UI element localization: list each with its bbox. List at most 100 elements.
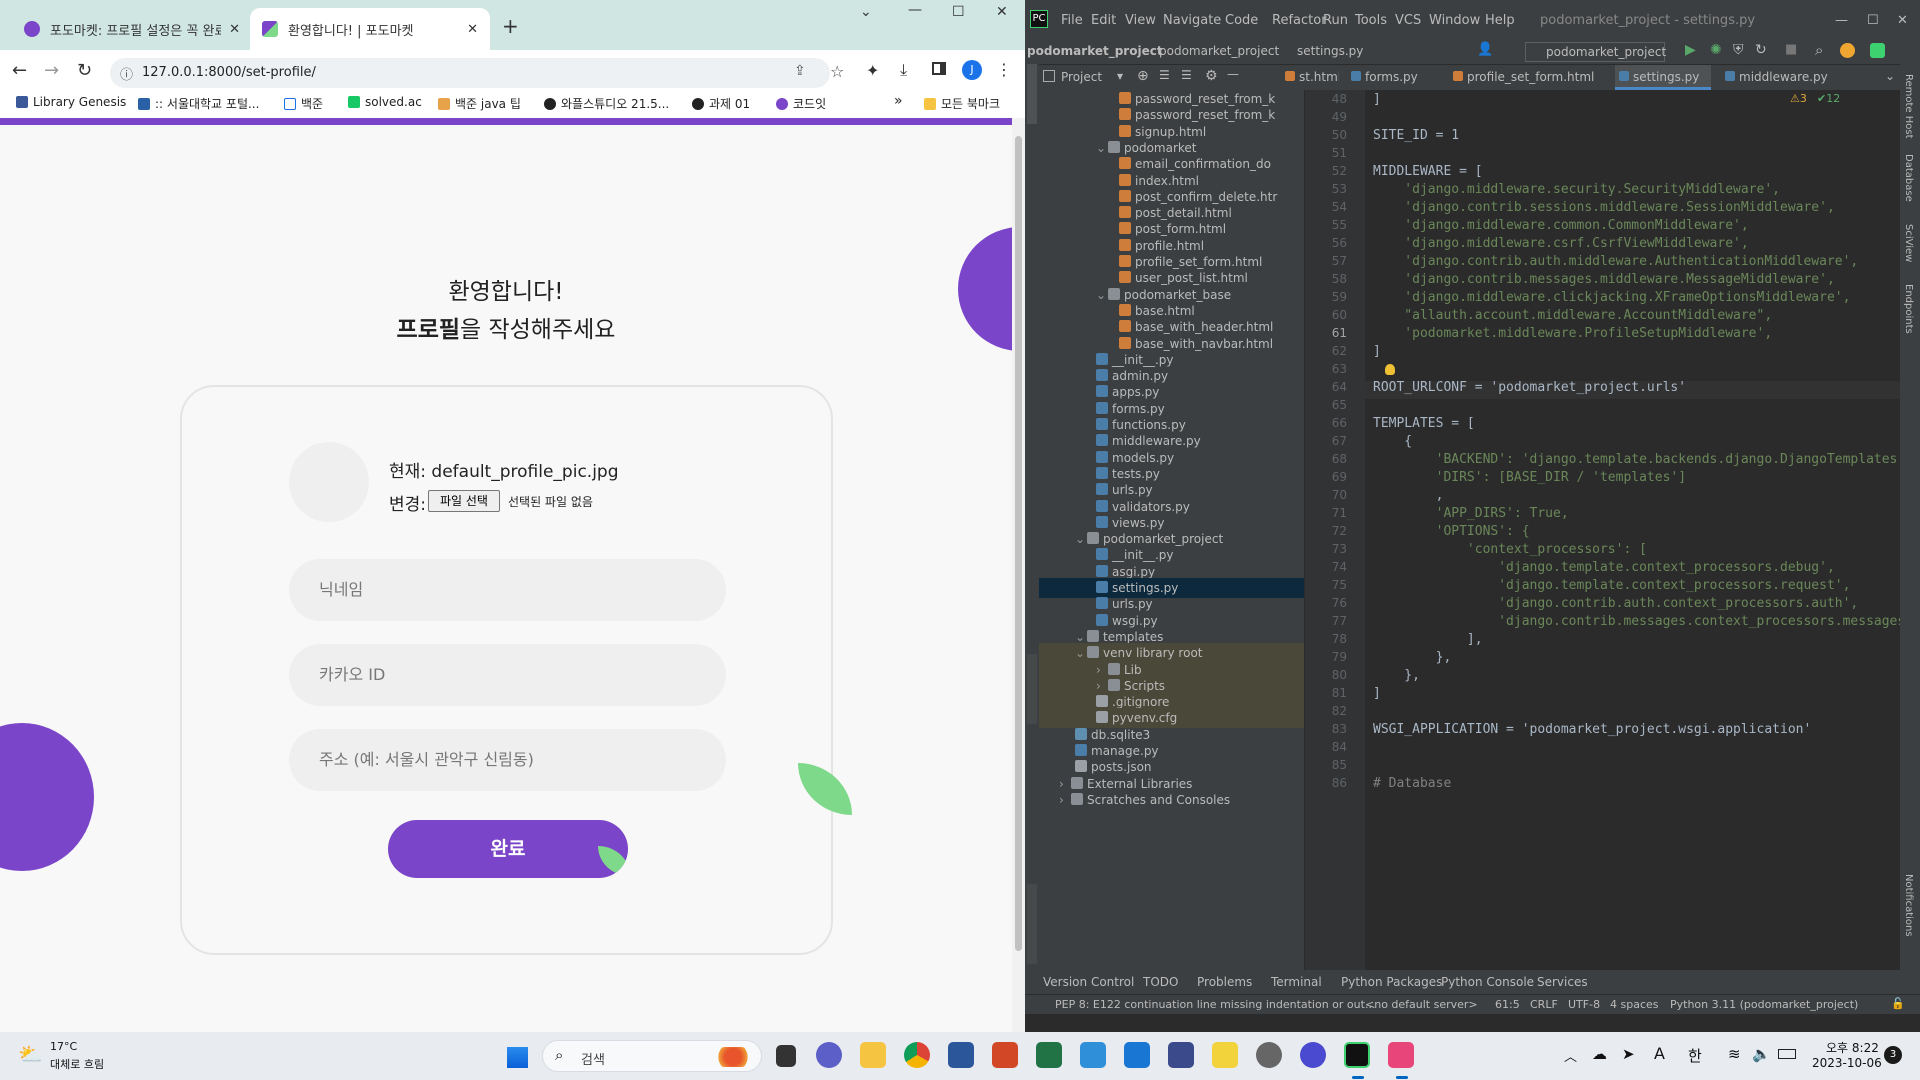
scrollbar-thumb[interactable] xyxy=(1015,136,1022,951)
chevron-down-icon[interactable]: ▾ xyxy=(1117,69,1123,83)
close-tab-icon[interactable]: ✕ xyxy=(229,22,240,37)
lock-icon[interactable]: 🔓 xyxy=(1891,997,1905,1010)
mail-icon[interactable] xyxy=(1124,1042,1150,1068)
ide-close-button[interactable]: ✕ xyxy=(1897,13,1908,28)
bookmark-item[interactable]: 백준 xyxy=(284,95,323,112)
expand-all-icon[interactable]: ☰ xyxy=(1159,68,1170,82)
weather-desc[interactable]: 대체로 흐림 xyxy=(50,1056,104,1072)
new-tab-button[interactable]: + xyxy=(502,14,519,38)
address-input[interactable]: 주소 (예: 서울시 관악구 신림동) xyxy=(289,729,726,791)
status-interpreter[interactable]: Python 3.11 (podomarket_project) xyxy=(1670,998,1858,1011)
wifi-icon[interactable]: ≋ xyxy=(1728,1045,1741,1063)
editor-tab[interactable]: forms.py xyxy=(1347,65,1439,90)
debug-icon[interactable]: ✺ xyxy=(1710,42,1722,58)
bookmark-item[interactable]: 과제 01 xyxy=(692,95,750,112)
teams-icon[interactable] xyxy=(816,1042,842,1068)
status-line-separator[interactable]: CRLF xyxy=(1530,998,1558,1011)
editor-tab[interactable]: settings.py xyxy=(1615,65,1711,90)
kakao-id-input[interactable]: 카카오 ID xyxy=(289,644,726,706)
nickname-input[interactable]: 닉네임 xyxy=(289,559,726,621)
settings-icon[interactable] xyxy=(1256,1042,1282,1068)
pen-icon[interactable]: A xyxy=(1654,1044,1665,1063)
close-tab-icon[interactable]: ✕ xyxy=(467,22,478,37)
bottom-tab-terminal[interactable]: Terminal xyxy=(1271,975,1322,989)
run-icon[interactable]: ▶ xyxy=(1685,42,1696,58)
site-info-icon[interactable]: ⓘ xyxy=(120,64,133,83)
back-icon[interactable]: ← xyxy=(12,60,27,81)
sciview-tool-button[interactable]: SciView xyxy=(1903,224,1914,262)
editor-tab[interactable]: profile_set_form.html xyxy=(1449,65,1605,90)
bottom-tab-services[interactable]: Services xyxy=(1537,975,1588,989)
settings-logo-icon[interactable] xyxy=(1870,43,1885,58)
collapse-all-icon[interactable]: ☰ xyxy=(1181,68,1192,82)
bookmark-item[interactable]: Library Genesis xyxy=(16,95,126,109)
clock-time[interactable]: 오후 8:22 xyxy=(1826,1039,1879,1056)
tab-active[interactable]: 환영합니다! | 포도마켓 ✕ xyxy=(250,8,490,50)
chrome-icon[interactable] xyxy=(904,1042,930,1068)
inspection-warning-icon[interactable]: ⚠3 xyxy=(1790,92,1807,105)
menu-help[interactable]: Help xyxy=(1485,13,1515,28)
hide-panel-icon[interactable]: — xyxy=(1227,67,1239,81)
breadcrumb-package[interactable]: podomarket_project xyxy=(1159,44,1279,58)
calculator-icon[interactable] xyxy=(1168,1042,1194,1068)
codeit-app-icon[interactable] xyxy=(1300,1042,1326,1068)
bookmark-item[interactable]: 백준 java 팁 xyxy=(438,95,521,112)
coverage-icon[interactable]: ⛨ xyxy=(1733,42,1744,58)
status-indent[interactable]: 4 spaces xyxy=(1610,998,1659,1011)
bookmark-item[interactable]: 와플스튜디오 21.5... xyxy=(544,95,669,112)
expand-chevron-icon[interactable]: › xyxy=(1059,790,1071,810)
database-tool-button[interactable]: Database xyxy=(1903,154,1914,202)
run-config-selector[interactable]: podomarket_project xyxy=(1525,42,1666,62)
close-window-button[interactable]: ✕ xyxy=(996,4,1008,20)
status-position[interactable]: 61:5 xyxy=(1495,998,1520,1011)
notification-badge[interactable]: 3 xyxy=(1884,1046,1902,1064)
maximize-button[interactable]: ☐ xyxy=(952,4,965,20)
menu-refactor[interactable]: Refactor xyxy=(1272,13,1327,28)
bookmarks-tool-button[interactable] xyxy=(1027,654,1037,724)
weather-temp[interactable]: 17°C xyxy=(50,1040,77,1053)
snipping-tool-icon[interactable] xyxy=(1388,1042,1414,1068)
menu-run[interactable]: Run xyxy=(1323,13,1348,28)
menu-window[interactable]: Window xyxy=(1429,13,1480,28)
user-icon[interactable]: 👤 xyxy=(1477,42,1493,57)
more-bookmarks-chevron-icon[interactable]: » xyxy=(894,93,903,109)
sticky-notes-icon[interactable] xyxy=(1212,1042,1238,1068)
task-view-icon[interactable] xyxy=(776,1045,796,1067)
pycharm-taskbar-icon[interactable] xyxy=(1344,1042,1370,1068)
powerpoint-icon[interactable] xyxy=(992,1042,1018,1068)
clock-date[interactable]: 2023-10-06 xyxy=(1812,1056,1882,1070)
bookmark-star-icon[interactable]: ☆ xyxy=(830,62,844,81)
side-panel-icon[interactable] xyxy=(932,62,946,75)
ide-minimize-button[interactable]: — xyxy=(1835,13,1848,28)
ide-maximize-button[interactable]: ☐ xyxy=(1867,13,1879,28)
notifications-tool-button[interactable]: Notifications xyxy=(1903,874,1914,937)
editor-tab[interactable]: st.html xyxy=(1281,65,1339,90)
battery-icon[interactable] xyxy=(1778,1049,1796,1059)
tree-item[interactable]: › Scratches and Consoles xyxy=(1039,790,1304,810)
kebab-menu-icon[interactable]: ⋮ xyxy=(996,60,1012,79)
forward-icon[interactable]: → xyxy=(44,60,59,81)
tab-inactive[interactable]: 포도마켓: 프로필 설정은 꼭 완료 ✕ xyxy=(12,8,252,50)
menu-file[interactable]: File xyxy=(1061,13,1083,28)
taskbar-search[interactable]: ⌕ 검색 xyxy=(542,1040,762,1072)
profile-run-icon[interactable]: ↻ xyxy=(1755,42,1767,58)
editor-tab[interactable]: middleware.py xyxy=(1721,65,1831,90)
bookmark-item[interactable]: 코드잇 xyxy=(776,95,826,112)
status-message[interactable]: PEP 8: E122 continuation line missing in… xyxy=(1055,998,1375,1011)
office-icon[interactable] xyxy=(1080,1042,1106,1068)
all-bookmarks-folder[interactable]: 모든 북마크 xyxy=(924,95,1000,112)
share-icon[interactable]: ⇪ xyxy=(794,63,806,79)
excel-icon[interactable] xyxy=(1036,1042,1062,1068)
intention-bulb-icon[interactable] xyxy=(1385,364,1395,375)
ime-indicator[interactable]: 한 xyxy=(1688,1045,1702,1066)
extensions-icon[interactable]: ✦ xyxy=(866,61,879,80)
menu-code[interactable]: Code xyxy=(1225,13,1258,28)
word-icon[interactable] xyxy=(948,1042,974,1068)
status-encoding[interactable]: UTF-8 xyxy=(1568,998,1600,1011)
file-explorer-icon[interactable] xyxy=(860,1042,886,1068)
reload-icon[interactable]: ↻ xyxy=(77,60,92,81)
menu-navigate[interactable]: Navigate xyxy=(1163,13,1221,28)
breadcrumb-root[interactable]: podomarket_project xyxy=(1027,44,1163,58)
gear-icon[interactable]: ⚙ xyxy=(1205,68,1218,84)
menu-vcs[interactable]: VCS xyxy=(1395,13,1421,28)
